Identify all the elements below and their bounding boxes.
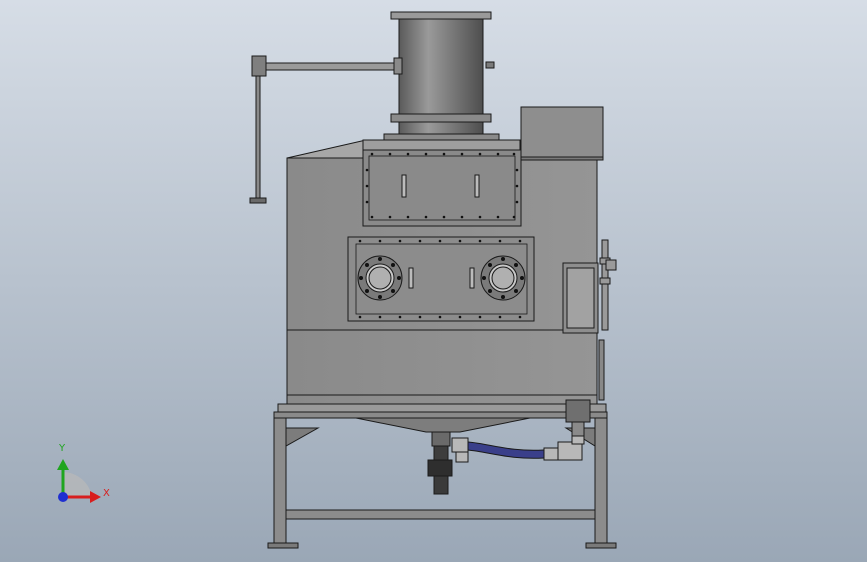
model-canvas[interactable] xyxy=(0,0,867,562)
x-axis-label: X xyxy=(103,488,110,499)
z-axis-dot xyxy=(58,492,68,502)
top-inspection-hatch xyxy=(362,139,522,227)
right-sight-glass xyxy=(480,255,526,301)
sight-glass-panel xyxy=(347,236,535,322)
chimney-stack xyxy=(383,11,500,141)
side-junction-box xyxy=(562,262,599,334)
left-sight-glass xyxy=(357,255,403,301)
y-axis-label: Y xyxy=(59,443,66,454)
control-box xyxy=(520,106,604,161)
cad-viewport[interactable]: Y X xyxy=(0,0,867,562)
